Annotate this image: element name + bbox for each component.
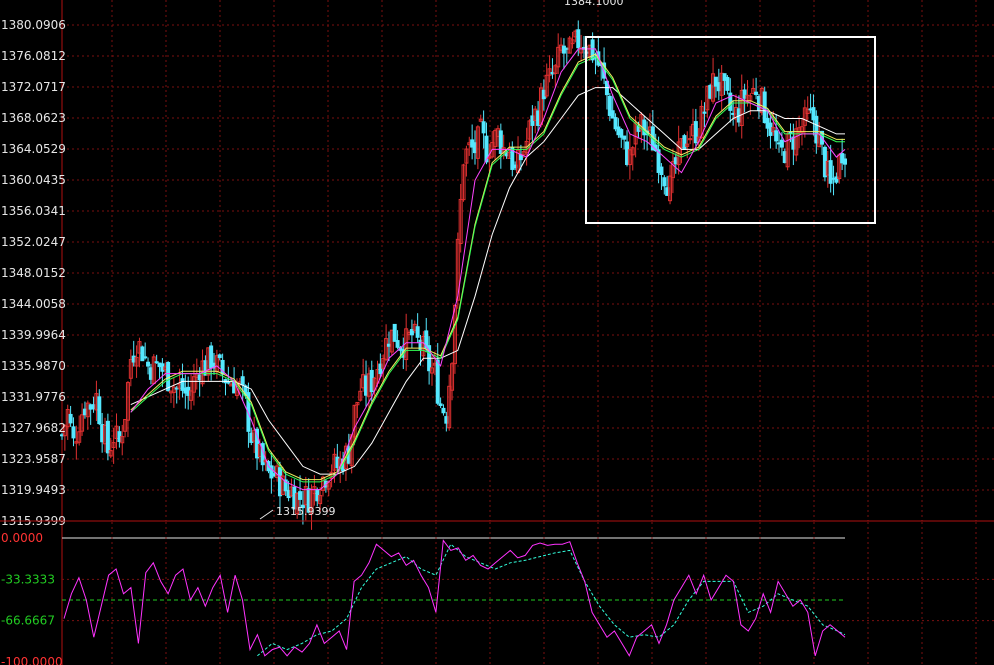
- price-grid: [61, 0, 994, 665]
- price-tick-label: 1319.9493: [1, 483, 66, 497]
- candle-body: [576, 29, 581, 49]
- osc-main-line: [63, 539, 846, 657]
- price-tick-label: 1331.9776: [1, 390, 66, 404]
- candle-body: [140, 346, 145, 362]
- price-tick-label: 1323.9587: [1, 452, 66, 466]
- candle-body: [702, 111, 707, 114]
- candle-body: [828, 160, 833, 184]
- osc-tick-label: -100.0000: [1, 655, 63, 665]
- candle-body: [779, 139, 784, 148]
- candle-body: [435, 359, 440, 404]
- candle-body: [240, 376, 245, 386]
- min-price-marker: [259, 509, 274, 520]
- candle-body: [97, 396, 102, 425]
- candle-body: [843, 158, 847, 165]
- price-tick-label: 1356.0341: [1, 204, 66, 218]
- candle-body: [754, 91, 759, 96]
- candle-body: [725, 76, 730, 91]
- min-price-label: 1315.9399: [276, 505, 336, 518]
- candle-body: [441, 407, 446, 414]
- osc-tick-label: -66.6667: [1, 614, 55, 628]
- candle-body: [622, 135, 627, 140]
- price-tick-label: 1352.0247: [1, 235, 66, 249]
- price-tick-label: 1360.0435: [1, 173, 66, 187]
- price-tick-label: 1348.0152: [1, 266, 66, 280]
- max-price-label: 1384.1000: [564, 0, 624, 8]
- oscillator-y-axis: 0.0000 -33.3333 -66.6667 -100.0000: [1, 531, 63, 665]
- price-tick-label: 1327.9682: [1, 421, 66, 435]
- price-y-axis: 1380.0906 1376.0812 1372.0717 1368.0623 1364…: [1, 18, 66, 528]
- price-tick-label: 1372.0717: [1, 80, 66, 94]
- candle-body: [226, 381, 231, 384]
- price-tick-label: 1380.0906: [1, 18, 66, 32]
- candle-body: [166, 362, 171, 392]
- candle-body: [146, 361, 151, 367]
- oscillator-lines: [63, 539, 846, 657]
- price-tick-label: 1376.0812: [1, 49, 66, 63]
- candle-body: [71, 426, 76, 439]
- highlight-box: [585, 36, 876, 224]
- candle-body: [682, 135, 687, 151]
- candle-body: [774, 130, 779, 142]
- price-tick-label: 1368.0623: [1, 111, 66, 125]
- candle-body: [68, 413, 73, 424]
- candle-body: [481, 121, 486, 134]
- candle-body: [487, 156, 492, 159]
- price-tick-label: 1335.9870: [1, 359, 66, 373]
- candle-body: [662, 177, 667, 187]
- stock-chart: 1380.0906 1376.0812 1372.0717 1368.0623 1364…: [0, 0, 994, 665]
- candle-body: [395, 340, 400, 348]
- price-tick-label: 1339.9964: [1, 328, 66, 342]
- candle-body: [392, 323, 397, 342]
- price-tick-label: 1364.0529: [1, 142, 66, 156]
- candle-body: [217, 354, 222, 359]
- candle-body: [105, 420, 110, 454]
- osc-tick-label: -33.3333: [1, 572, 55, 586]
- candle-body: [143, 356, 148, 359]
- candle-body: [438, 403, 443, 407]
- price-tick-label: 1344.0058: [1, 297, 66, 311]
- candle-body: [298, 491, 303, 500]
- candle-body: [610, 110, 615, 119]
- oscillator-grid: [62, 522, 994, 665]
- candle-body: [415, 326, 420, 338]
- candle-body: [659, 166, 664, 176]
- osc-tick-label: 0.0000: [1, 531, 43, 545]
